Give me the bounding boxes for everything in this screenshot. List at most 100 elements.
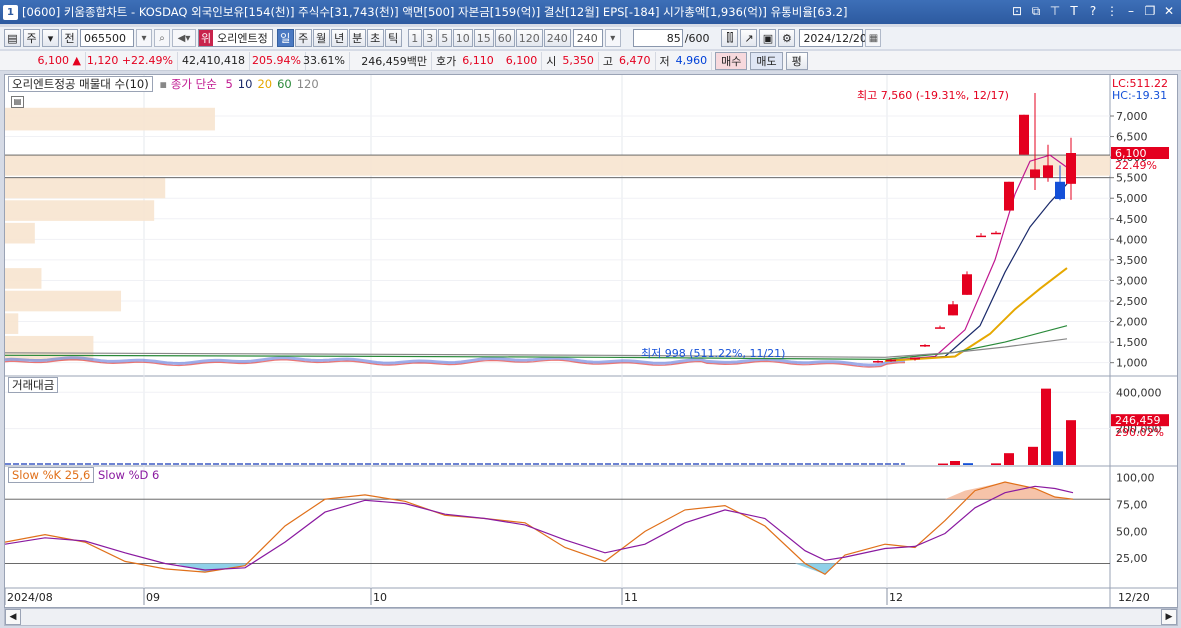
- interval-button-5[interactable]: 60: [494, 29, 515, 47]
- sound-icon[interactable]: ◀▾: [172, 29, 196, 47]
- ask-price: 6,110: [462, 54, 494, 67]
- ma-label[interactable]: 종가 단순: [171, 77, 217, 91]
- volume-bar: [991, 463, 1001, 465]
- volume-profile-bar: [5, 222, 35, 244]
- volume-tick-label: 400,000: [1116, 386, 1162, 399]
- jeon-button[interactable]: 전: [61, 29, 78, 47]
- ma-period-20[interactable]: 20: [257, 77, 272, 91]
- candle-body: [976, 235, 986, 238]
- date-input[interactable]: 2024/12/20: [799, 29, 867, 47]
- volume-pane-title[interactable]: 거래대금: [8, 377, 59, 393]
- chart-area[interactable]: 2024/08 09 10 11 12 12/20 1,000 1,500 2,000 2,500…: [4, 74, 1178, 608]
- period-unit-select[interactable]: 주: [23, 29, 40, 47]
- interval-select[interactable]: 240: [572, 29, 603, 47]
- timeframe-button-3[interactable]: 년: [330, 29, 348, 47]
- price-tick-label: 4,500: [1116, 213, 1148, 226]
- volume-bar: [1041, 388, 1051, 465]
- text-icon[interactable]: T: [1066, 3, 1082, 19]
- interval-button-2[interactable]: 5: [437, 29, 452, 47]
- search-icon[interactable]: ⌕: [154, 29, 170, 47]
- timeframe-button-6[interactable]: 틱: [384, 29, 402, 47]
- interval-dropdown-icon[interactable]: ▾: [604, 29, 621, 47]
- stoch-k-line: [5, 481, 1074, 576]
- pin-icon[interactable]: ⊤: [1047, 3, 1063, 19]
- interval-button-0[interactable]: 1: [407, 29, 422, 47]
- count-input[interactable]: 85: [632, 29, 683, 47]
- bottom-scrollbar[interactable]: ◀ ▶: [4, 608, 1178, 626]
- close-icon[interactable]: ✕: [1161, 3, 1177, 19]
- quote-infobar: 6,100 ▲ 1,120 +22.49% 42,410,418 205.94%…: [0, 51, 1181, 71]
- candle-body: [1043, 165, 1053, 178]
- code-dropdown-icon[interactable]: ▾: [136, 29, 152, 47]
- volume-bar: [963, 463, 973, 465]
- interval-button-4[interactable]: 15: [473, 29, 494, 47]
- link-icon[interactable]: ⊡: [1009, 3, 1025, 19]
- period-dropdown-icon[interactable]: ▾: [42, 29, 59, 47]
- stoch-tick-label: 50,00: [1116, 525, 1148, 538]
- stoch-k-label[interactable]: Slow %K 25,6: [8, 467, 95, 483]
- timeframe-button-2[interactable]: 월: [312, 29, 330, 47]
- volume-profile-bar: [5, 268, 42, 289]
- low-cell: 저 4,960: [656, 51, 713, 70]
- candle-body: [935, 327, 945, 329]
- timeframe-button-5[interactable]: 초: [366, 29, 384, 47]
- help-icon[interactable]: ?: [1085, 3, 1101, 19]
- scroll-right-icon[interactable]: ▶: [1161, 609, 1177, 625]
- stock-code-input[interactable]: 065500: [80, 29, 134, 47]
- volume-pane-label: 거래대금: [8, 377, 59, 393]
- open-label: 시: [546, 54, 557, 68]
- window-title: [0600] 키움종합차트 - KOSDAQ 외국인보유[154(천)] 주식수…: [22, 5, 848, 19]
- restore-icon[interactable]: ❐: [1142, 3, 1158, 19]
- sell-button[interactable]: 매도: [750, 51, 783, 70]
- stoch-d-label[interactable]: Slow %D 6: [98, 468, 159, 482]
- avg-button[interactable]: 평: [785, 51, 808, 70]
- interval-button-3[interactable]: 10: [452, 29, 473, 47]
- ma-line-10: [884, 183, 1068, 362]
- price-tick-label: 7,000: [1116, 110, 1148, 123]
- table-toggle-icon[interactable]: ▤: [11, 96, 24, 108]
- buy-button[interactable]: 매수: [715, 51, 748, 70]
- separator-icon: ⋮: [1106, 4, 1118, 18]
- chart-menu-icon[interactable]: ▤: [4, 29, 21, 47]
- candle-body: [948, 304, 958, 316]
- ma-period-5[interactable]: 5: [225, 77, 232, 91]
- hoga-cell: 호가 6,110 6,100: [432, 51, 543, 70]
- ma-period-60[interactable]: 60: [277, 77, 292, 91]
- volume-profile-legend[interactable]: 오리엔트정공 매물대 수(10): [8, 76, 153, 92]
- max-annotation: 최고 7,560 (-19.31%, 12/17): [857, 89, 1009, 102]
- interval-button-7[interactable]: 240: [543, 29, 571, 47]
- copy-window-icon[interactable]: ⧉: [1028, 3, 1044, 19]
- ma-period-10[interactable]: 10: [238, 77, 253, 91]
- candle-body: [920, 344, 930, 347]
- turnover: 33.61%: [303, 51, 350, 70]
- candle-type-icon[interactable]: ⫿⫿: [721, 29, 739, 47]
- draw-tool-icon[interactable]: ↗: [740, 29, 758, 47]
- ma-period-120[interactable]: 120: [297, 77, 319, 91]
- price-tick-label: 3,500: [1116, 254, 1148, 267]
- volume-bar: [1066, 420, 1076, 465]
- calendar-icon[interactable]: ▦: [865, 29, 882, 47]
- interval-button-6[interactable]: 120: [515, 29, 543, 47]
- candle-body: [962, 274, 972, 295]
- volume-profile-bar: [5, 177, 166, 199]
- stoch-tick-label: 25,00: [1116, 552, 1148, 565]
- x-axis-label: 2024/08: [7, 591, 53, 604]
- candle-body: [886, 359, 896, 362]
- volume-profile-bar: [5, 200, 155, 221]
- x-axis-label: 12: [889, 591, 903, 604]
- stock-name-box[interactable]: 위 오리엔트정: [198, 29, 273, 47]
- settings-gear-icon[interactable]: ⚙: [778, 29, 796, 47]
- timeframe-button-1[interactable]: 주: [294, 29, 312, 47]
- volume-current-pct: 290.02%: [1115, 426, 1164, 439]
- interval-button-1[interactable]: 3: [422, 29, 437, 47]
- timeframe-button-4[interactable]: 분: [348, 29, 366, 47]
- window-titlebar: 1 [0600] 키움종합차트 - KOSDAQ 외국인보유[154(천)] 주…: [0, 0, 1181, 24]
- save-icon[interactable]: ▣: [759, 29, 777, 47]
- warning-badge: 위: [199, 30, 214, 46]
- hc-label: HC:-19.31: [1112, 89, 1167, 102]
- timeframe-button-0[interactable]: 일: [276, 29, 294, 47]
- minimize-icon[interactable]: –: [1123, 3, 1139, 19]
- chart-canvas[interactable]: 2024/08 09 10 11 12 12/20 1,000 1,500 2,000 2,500…: [5, 75, 1177, 607]
- scroll-left-icon[interactable]: ◀: [5, 609, 21, 625]
- candle-body: [873, 361, 883, 363]
